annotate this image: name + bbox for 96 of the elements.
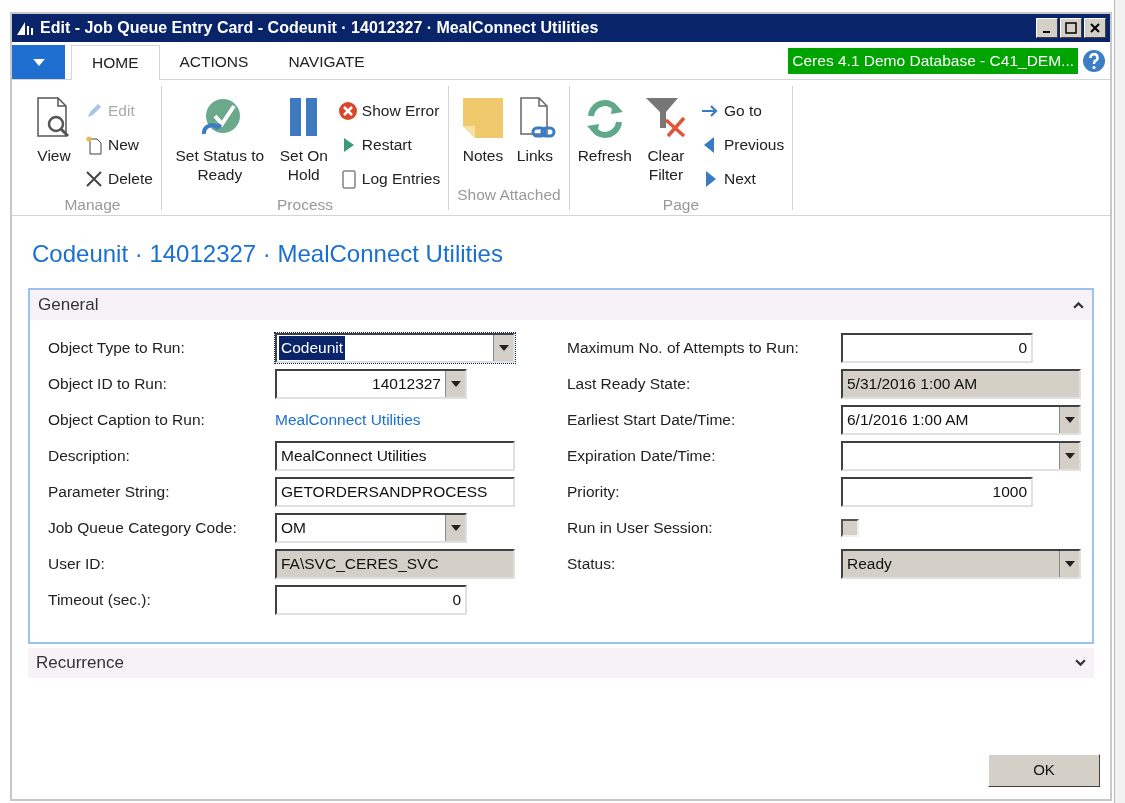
field-value: Ready <box>846 554 893 575</box>
section-title: General <box>38 294 99 317</box>
ribbon-button[interactable]: Set Status to Ready <box>169 86 270 193</box>
section-header[interactable]: Recurrence <box>28 648 1094 678</box>
field-value: OM <box>280 518 307 539</box>
sticky-note-icon <box>460 96 505 140</box>
field-value: 0 <box>451 590 462 611</box>
ribbon-button[interactable]: Next <box>699 164 785 193</box>
dropdown-field[interactable] <box>841 441 1081 471</box>
field-label: Status: <box>567 554 617 575</box>
group-label: Page <box>662 195 700 215</box>
minimize-icon[interactable] <box>1036 18 1058 38</box>
input-field[interactable]: 0 <box>841 333 1033 363</box>
field-value: 14012327 <box>371 374 442 395</box>
app-menu-button[interactable] <box>12 45 65 79</box>
dropdown-button[interactable] <box>1059 443 1079 469</box>
field-label: Priority: <box>567 482 621 503</box>
field-label: Expiration Date/Time: <box>567 446 717 467</box>
dropdown-button[interactable] <box>1059 407 1079 433</box>
caret-icon <box>1064 561 1075 567</box>
ribbon-button[interactable]: View <box>32 86 76 193</box>
help-icon[interactable] <box>1082 48 1106 73</box>
section-title: Recurrence <box>36 652 124 675</box>
field-label: User ID: <box>48 554 106 575</box>
input-field[interactable]: 0 <box>275 585 467 615</box>
field-label: Timeout (sec.): <box>48 590 152 611</box>
ribbon-button[interactable]: Log Entries <box>337 164 441 193</box>
section-header[interactable]: General <box>30 290 1092 320</box>
field-value: FA\SVC_CERES_SVC <box>280 554 440 575</box>
caret-icon <box>498 345 509 351</box>
checkbox[interactable] <box>841 519 859 537</box>
ok-button[interactable]: OK <box>988 754 1100 787</box>
input-field[interactable]: 1000 <box>841 477 1033 507</box>
dropdown-field[interactable]: Ready <box>841 549 1081 579</box>
ribbon-button[interactable]: Delete <box>84 164 153 193</box>
ribbon-button[interactable]: Restart <box>337 130 441 159</box>
field-label: Object Caption to Run: <box>48 410 206 431</box>
new-document-icon <box>84 134 104 155</box>
field-label: Description: <box>48 446 131 467</box>
field-label: Earliest Start Date/Time: <box>567 410 737 431</box>
dropdown-button[interactable] <box>445 371 465 397</box>
group-label: Show Attached <box>457 184 561 205</box>
page-title: Codeunit · 14012327 · MealConnect Utilities <box>32 240 503 267</box>
group-label: Process <box>277 195 333 215</box>
field-value: 1000 <box>991 482 1028 503</box>
ribbon-button[interactable]: Show Error <box>337 96 441 125</box>
ribbon-button[interactable]: Set On Hold <box>277 86 330 193</box>
chevron-down-icon[interactable] <box>1075 659 1086 667</box>
field-value: 6/1/2016 1:00 AM <box>846 410 970 431</box>
caret-icon <box>1064 453 1075 459</box>
ribbon-button[interactable]: New <box>84 130 153 159</box>
ribbon-button[interactable]: Links <box>512 86 557 183</box>
ribbon-tab[interactable]: HOME <box>71 45 160 80</box>
ribbon-button[interactable]: Clear Filter <box>639 86 692 193</box>
group-label: Manage <box>64 195 121 215</box>
field-value: GETORDERSANDPROCESS <box>280 482 489 503</box>
field-value: 0 <box>1017 338 1028 359</box>
dropdown-field[interactable]: 14012327 <box>275 369 467 399</box>
window-title: Edit - Job Queue Entry Card - Codeunit · 14012327 · MealConnect Utilities <box>40 18 599 38</box>
app-logo-icon <box>16 20 36 36</box>
field-value: 5/31/2016 1:00 AM <box>846 374 979 395</box>
field-label: Object Type to Run: <box>48 338 186 359</box>
error-x-icon <box>337 100 358 121</box>
ribbon-button[interactable]: Previous <box>699 130 785 159</box>
dropdown-button[interactable] <box>493 335 513 361</box>
field-value: MealConnect Utilities <box>280 446 428 467</box>
input-field[interactable]: MealConnect Utilities <box>275 441 515 471</box>
chevron-up-icon[interactable] <box>1073 301 1084 309</box>
field-label: Object ID to Run: <box>48 374 168 395</box>
ribbon-button[interactable]: Refresh <box>577 86 632 193</box>
caption-link[interactable]: MealConnect Utilities <box>275 408 421 432</box>
dropdown-field[interactable]: Codeunit <box>275 333 515 363</box>
field-value: Codeunit <box>279 336 346 360</box>
field-label: Maximum No. of Attempts to Run: <box>567 338 800 359</box>
ribbon-tab[interactable]: ACTIONS <box>159 45 269 79</box>
caret-icon <box>32 58 45 66</box>
field-label: Job Queue Category Code: <box>48 518 238 539</box>
field-label: Run in User Session: <box>567 518 714 539</box>
caret-icon <box>1064 417 1075 423</box>
ribbon-button[interactable]: Go to <box>699 96 785 125</box>
maximize-icon[interactable] <box>1060 18 1082 38</box>
dropdown-button[interactable] <box>445 515 465 541</box>
field-label: Last Ready State: <box>567 374 692 395</box>
database-badge: Ceres 4.1 Demo Database - C41_DEM... <box>788 47 1078 74</box>
input-field[interactable]: FA\SVC_CERES_SVC <box>275 549 515 579</box>
input-field[interactable]: 5/31/2016 1:00 AM <box>841 369 1081 399</box>
caret-icon <box>450 525 461 531</box>
field-label: Parameter String: <box>48 482 171 503</box>
close-icon[interactable] <box>1084 18 1106 38</box>
delete-x-icon <box>84 168 104 189</box>
ribbon-tab[interactable]: NAVIGATE <box>268 45 385 79</box>
dropdown-field[interactable]: 6/1/2016 1:00 AM <box>841 405 1081 435</box>
caret-icon <box>450 381 461 387</box>
dropdown-field[interactable]: OM <box>275 513 467 543</box>
input-field[interactable]: GETORDERSANDPROCESS <box>275 477 515 507</box>
ribbon-button[interactable]: Notes <box>460 86 505 183</box>
